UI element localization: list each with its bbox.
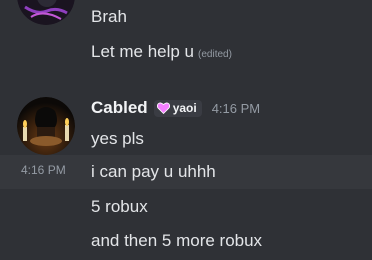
hover-timestamp: 4:16 PM [21,163,66,177]
message-text: yes pls [91,129,144,148]
message-text: Let me help u [91,42,195,61]
message-5-robux: 5 robux [91,196,148,218]
server-tag[interactable]: yaoi [153,99,202,117]
message-text: Brah [91,7,127,26]
message-text: 5 robux [91,197,148,216]
message-and-then: and then 5 more robux [91,230,262,252]
tag-label: yaoi [172,101,197,115]
username[interactable]: Cabled [91,98,148,118]
message-let-me-help: Let me help u (edited) [91,41,232,66]
user-avatar-cabled[interactable] [17,97,75,155]
message-text: i can pay u uhhh [91,162,216,181]
message-brah: Brah [91,6,127,28]
edited-label: (edited) [198,49,232,60]
message-text: and then 5 more robux [91,231,263,250]
previous-user-avatar[interactable] [17,0,75,25]
chat-area: Brah Let me help u (edited) Cabled yaoi … [0,0,372,260]
message-header: Cabled yaoi 4:16 PM [91,97,260,119]
heart-icon [156,102,170,114]
message-timestamp: 4:16 PM [211,100,261,116]
message-yes-pls: yes pls [91,128,144,150]
message-i-can-pay: i can pay u uhhh [91,161,216,183]
